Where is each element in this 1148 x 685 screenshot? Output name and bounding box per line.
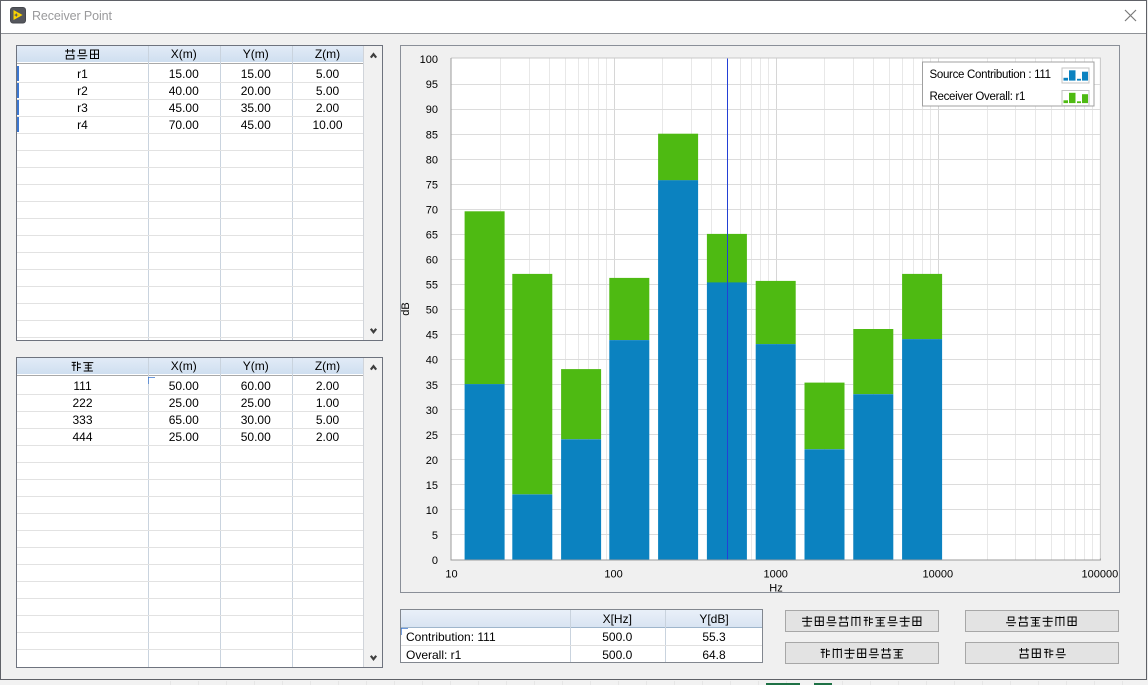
svg-text:100: 100: [420, 54, 438, 66]
svg-text:10: 10: [426, 505, 438, 517]
svg-text:70: 70: [426, 204, 438, 216]
svg-text:80: 80: [426, 154, 438, 166]
svg-text:40: 40: [426, 355, 438, 367]
svg-text:55: 55: [426, 280, 438, 292]
svg-text:50: 50: [426, 305, 438, 317]
svg-text:10: 10: [445, 569, 457, 581]
svg-text:95: 95: [426, 79, 438, 91]
svg-text:100: 100: [604, 569, 622, 581]
svg-text:30: 30: [426, 405, 438, 417]
svg-text:Source Contribution : 111: Source Contribution : 111: [930, 69, 1051, 81]
svg-text:15: 15: [426, 480, 438, 492]
svg-text:20: 20: [426, 455, 438, 467]
svg-text:35: 35: [426, 380, 438, 392]
svg-text:10000: 10000: [923, 569, 954, 581]
svg-text:65: 65: [426, 230, 438, 242]
svg-text:1000: 1000: [763, 569, 787, 581]
svg-text:0: 0: [432, 555, 438, 567]
svg-text:45: 45: [426, 330, 438, 342]
svg-text:25: 25: [426, 430, 438, 442]
svg-text:100000: 100000: [1082, 569, 1119, 581]
svg-text:85: 85: [426, 129, 438, 141]
svg-text:Hz: Hz: [769, 583, 782, 594]
svg-text:75: 75: [426, 179, 438, 191]
svg-text:Receiver Overall: r1: Receiver Overall: r1: [930, 91, 1026, 103]
svg-text:5: 5: [432, 530, 438, 542]
svg-text:dB: dB: [400, 302, 412, 315]
svg-text:90: 90: [426, 104, 438, 116]
svg-text:60: 60: [426, 255, 438, 267]
